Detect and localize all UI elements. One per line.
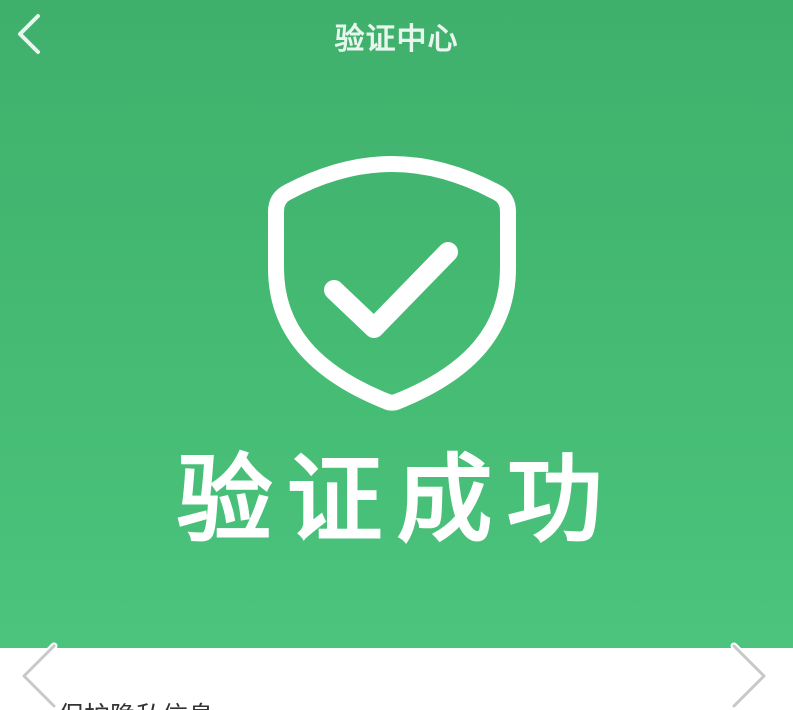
chevron-right-icon bbox=[730, 642, 768, 710]
navigation-bar: 验证中心 bbox=[0, 0, 793, 72]
verification-screen: 验证中心 验证成功 保护隐私信息 bbox=[0, 0, 793, 710]
success-status-text: 验证成功 bbox=[176, 444, 617, 556]
carousel-prev-button[interactable] bbox=[10, 640, 70, 710]
shield-check-icon bbox=[258, 150, 526, 420]
carousel-next-button[interactable] bbox=[718, 640, 778, 710]
chevron-left-icon bbox=[20, 642, 58, 710]
info-card: 保护隐私信息 bbox=[0, 648, 793, 710]
page-title: 验证中心 bbox=[334, 22, 459, 57]
info-card-text: 保护隐私信息 bbox=[58, 696, 214, 710]
hero-banner: 验证中心 验证成功 bbox=[0, 0, 793, 648]
